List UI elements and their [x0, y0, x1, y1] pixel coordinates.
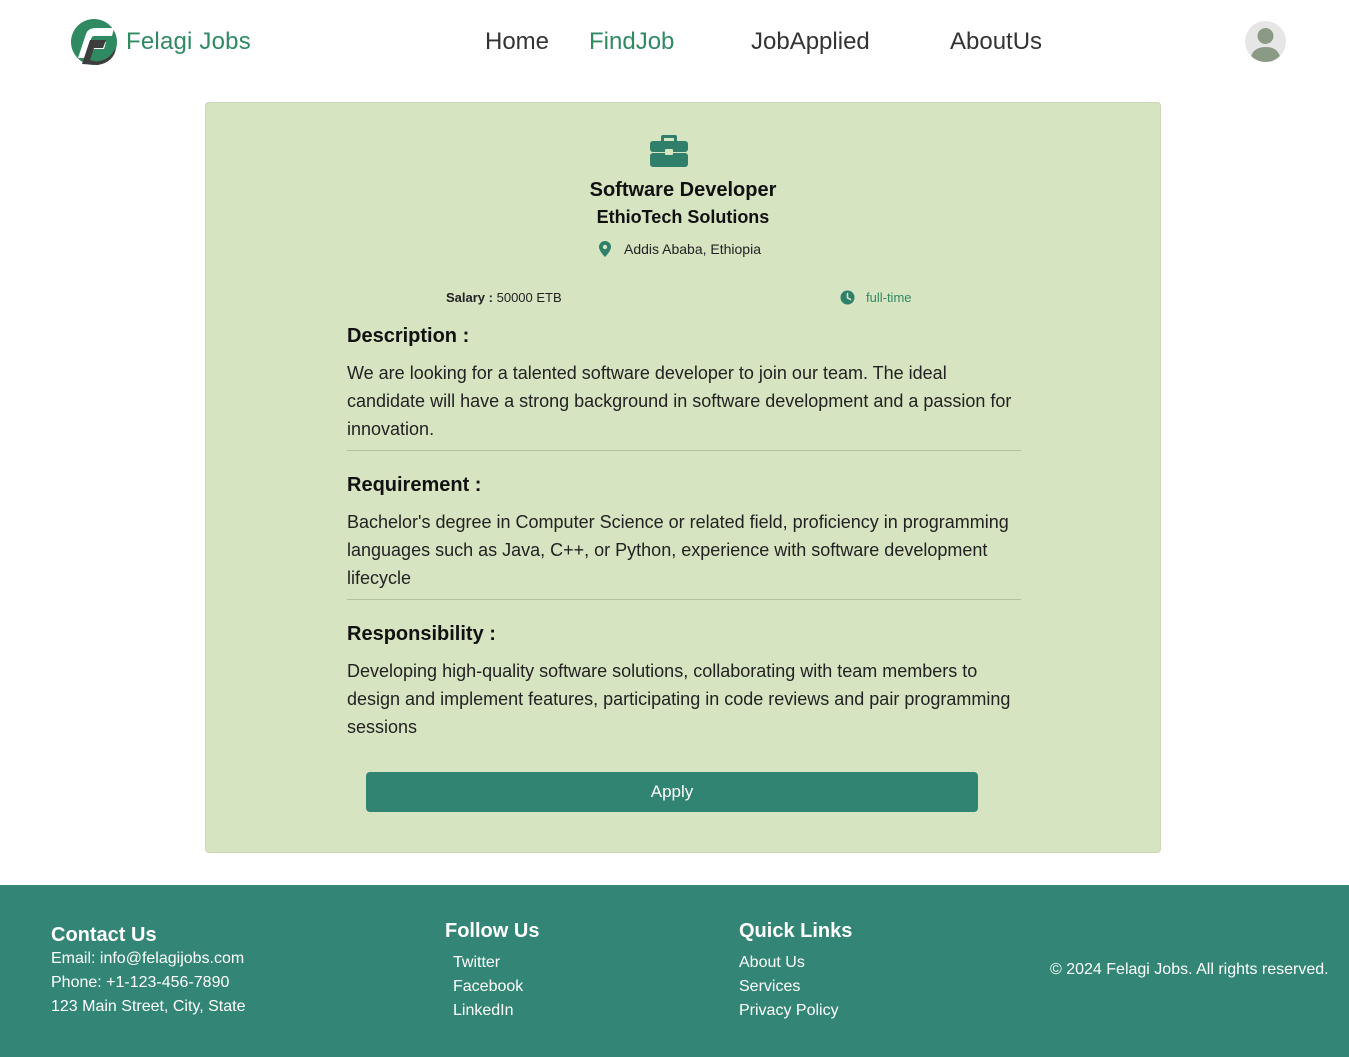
brand-logo[interactable]: Felagi Jobs [70, 18, 251, 66]
nav-aboutus[interactable]: AboutUs [950, 28, 1042, 56]
about-us-link[interactable]: About Us [739, 951, 852, 975]
quick-links-heading: Quick Links [739, 920, 853, 942]
requirement-text: Bachelor's degree in Computer Science or… [347, 512, 1009, 588]
privacy-policy-link[interactable]: Privacy Policy [739, 999, 852, 1023]
quick-links-column: Quick Links About Us Services Privacy Po… [739, 920, 852, 1023]
responsibility-heading: Responsibility : [347, 623, 496, 645]
description-section: Description : We are looking for a talen… [347, 325, 1021, 443]
briefcase-icon [650, 135, 688, 167]
job-title: Software Developer [589, 179, 777, 201]
user-avatar-icon [1250, 28, 1281, 62]
twitter-link[interactable]: Twitter [453, 951, 539, 975]
nav-home[interactable]: Home [485, 28, 549, 56]
job-detail-card: Software Developer EthioTech Solutions A… [205, 102, 1161, 853]
header: Felagi Jobs Home FindJob JobApplied Abou… [0, 0, 1349, 86]
footer: Contact Us Email: info@felagijobs.com Ph… [0, 885, 1349, 1057]
salary-value: 50000 ETB [496, 290, 562, 305]
brand-name: Felagi Jobs [126, 28, 251, 55]
linkedin-link[interactable]: LinkedIn [453, 999, 539, 1023]
requirement-heading: Requirement : [347, 474, 482, 496]
company-name: EthioTech Solutions [596, 207, 770, 227]
section-divider [347, 599, 1021, 600]
copyright: © 2024 Felagi Jobs. All rights reserved. [1050, 961, 1329, 978]
clock-icon [840, 290, 855, 305]
contact-column: Contact Us Email: info@felagijobs.com Ph… [51, 924, 245, 1019]
logo-icon [71, 19, 117, 65]
job-location: Addis Ababa, Ethiopia [598, 241, 761, 257]
contact-email: Email: info@felagijobs.com [51, 950, 245, 967]
description-heading: Description : [347, 325, 470, 347]
contact-heading: Contact Us [51, 924, 157, 946]
user-avatar[interactable] [1245, 21, 1286, 62]
contact-phone: Phone: +1-123-456-7890 [51, 974, 230, 991]
nav-findjob[interactable]: FindJob [589, 28, 674, 56]
location-text: Addis Ababa, Ethiopia [624, 241, 761, 257]
salary-label: Salary : [446, 290, 493, 305]
nav-jobapplied[interactable]: JobApplied [751, 28, 870, 56]
responsibility-text: Developing high-quality software solutio… [347, 661, 1011, 737]
job-type: full-time [840, 290, 912, 305]
requirement-section: Requirement : Bachelor's degree in Compu… [347, 474, 1021, 592]
responsibility-section: Responsibility : Developing high-quality… [347, 623, 1021, 741]
services-link[interactable]: Services [739, 975, 852, 999]
section-divider [347, 450, 1021, 451]
salary: Salary : 50000 ETB [446, 290, 562, 305]
facebook-link[interactable]: Facebook [453, 975, 539, 999]
contact-address: 123 Main Street, City, State [51, 998, 246, 1015]
apply-button[interactable]: Apply [366, 772, 978, 812]
location-pin-icon [599, 241, 611, 257]
follow-column: Follow Us Twitter Facebook LinkedIn [445, 920, 539, 1023]
description-text: We are looking for a talented software d… [347, 363, 1012, 439]
job-type-text: full-time [866, 290, 912, 305]
follow-heading: Follow Us [445, 920, 540, 942]
